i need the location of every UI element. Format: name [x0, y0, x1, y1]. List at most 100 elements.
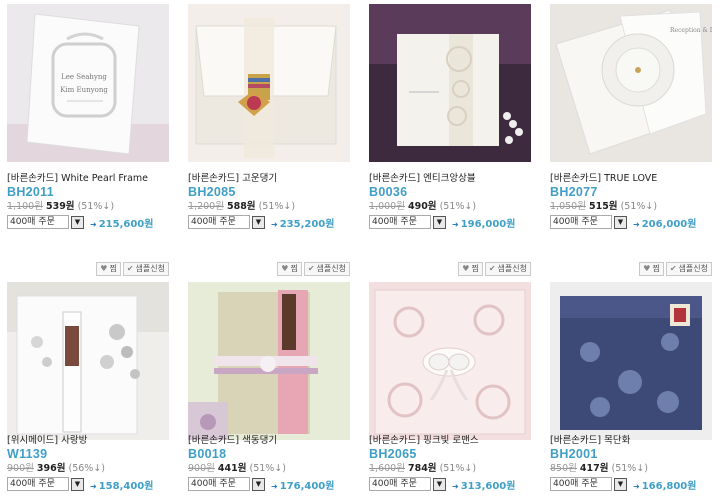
product-code[interactable]: W1139 [7, 447, 177, 462]
product-name[interactable]: [바른손카드] 목단화 [550, 434, 720, 447]
product-photo[interactable] [7, 282, 169, 440]
order-row: 400매 주문 ▼ ➜ 176,400원 [188, 476, 358, 492]
quantity-select[interactable]: 400매 주문 [550, 215, 612, 229]
total-price-value: 206,000원 [641, 218, 697, 230]
product-code[interactable]: BH2001 [550, 447, 720, 462]
product-photo[interactable] [369, 4, 531, 162]
product-photo[interactable] [369, 282, 531, 440]
chevron-down-icon[interactable]: ▼ [252, 215, 265, 229]
quantity-select[interactable]: 400매 주문 [7, 477, 69, 491]
arrow-right-icon: ➜ [633, 481, 640, 491]
original-price: 1,600원 [369, 463, 405, 474]
original-price: 850원 [550, 463, 577, 474]
sale-price: 490원 [407, 201, 437, 212]
product-name[interactable]: [바른손카드] 엔티크앙상블 [369, 172, 539, 185]
product-code[interactable]: BH2077 [550, 185, 720, 200]
product-name[interactable]: [바른손카드] 고운댕기 [188, 172, 358, 185]
discount-rate: (51%↓) [439, 463, 477, 474]
discount-rate: (51%↓) [249, 463, 287, 474]
price-line: 1,050원 515원 (51%↓) [550, 200, 720, 213]
wish-label: 찜 [652, 264, 660, 273]
order-row: 400매 주문 ▼ ➜ 313,600원 [369, 476, 539, 492]
product-name[interactable]: [바른손카드] 핑크빛 로맨스 [369, 434, 539, 447]
order-row: 400매 주문 ▼ ➜ 196,000원 [369, 214, 539, 230]
heart-icon: ♥ [643, 264, 651, 273]
sample-request-button[interactable]: ✔ 샘플신청 [665, 262, 712, 276]
wish-label: 찜 [471, 264, 479, 273]
product-photo[interactable]: Lee Seahyng Kim Eunyong [7, 4, 169, 162]
original-price: 1,100원 [7, 201, 43, 212]
sale-price: 441원 [217, 463, 247, 474]
arrow-right-icon: ➜ [271, 219, 278, 229]
arrow-right-icon: ➜ [271, 481, 278, 491]
product-code[interactable]: B0036 [369, 185, 539, 200]
quantity-select[interactable]: 400매 주문 [550, 477, 612, 491]
discount-rate: (51%↓) [439, 201, 477, 212]
price-line: 1,000원 490원 (51%↓) [369, 200, 539, 213]
product-name[interactable]: [위시메이드] 사랑방 [7, 434, 177, 447]
card-tools: ♥ 찜 ✔ 샘플신청 [96, 262, 169, 276]
chevron-down-icon[interactable]: ▼ [614, 215, 627, 229]
product-name[interactable]: [바른손카드] 색동댕기 [188, 434, 358, 447]
quantity-select[interactable]: 400매 주문 [369, 477, 431, 491]
chevron-down-icon[interactable]: ▼ [433, 215, 446, 229]
wish-button[interactable]: ♥ 찜 [277, 262, 302, 276]
total-price: ➜ 158,400원 [90, 477, 153, 492]
sample-request-button[interactable]: ✔ 샘플신청 [122, 262, 169, 276]
total-price-value: 166,800원 [641, 480, 697, 492]
wish-label: 찜 [290, 264, 298, 273]
wish-button[interactable]: ♥ 찜 [96, 262, 121, 276]
quantity-select[interactable]: 400매 주문 [7, 215, 69, 229]
product-name[interactable]: [바른손카드] White Pearl Frame [7, 172, 177, 185]
product-name[interactable]: [바른손카드] TRUE LOVE [550, 172, 720, 185]
discount-rate: (51%↓) [258, 201, 296, 212]
svg-text:Reception & Dinner: Reception & Dinner [670, 27, 712, 34]
order-row: 400매 주문 ▼ ➜ 206,000원 [550, 214, 720, 230]
product-photo[interactable] [550, 282, 712, 440]
sale-price: 588원 [226, 201, 256, 212]
price-line: 1,100원 539원 (51%↓) [7, 200, 177, 213]
price-line: 850원 417원 (51%↓) [550, 462, 720, 475]
sample-label: 샘플신청 [135, 264, 165, 273]
chevron-down-icon[interactable]: ▼ [252, 477, 265, 491]
chevron-down-icon[interactable]: ▼ [433, 477, 446, 491]
product-photo[interactable]: Reception & Dinner [550, 4, 712, 162]
sample-label: 샘플신청 [678, 264, 708, 273]
chevron-down-icon[interactable]: ▼ [71, 477, 84, 491]
product-code[interactable]: BH2011 [7, 185, 177, 200]
total-price: ➜ 166,800원 [633, 477, 696, 492]
chevron-down-icon[interactable]: ▼ [614, 477, 627, 491]
wish-button[interactable]: ♥ 찜 [639, 262, 664, 276]
total-price-value: 176,400원 [279, 480, 335, 492]
wish-button[interactable]: ♥ 찜 [458, 262, 483, 276]
svg-text:Lee Seahyng: Lee Seahyng [61, 73, 107, 81]
sale-price: 515원 [588, 201, 618, 212]
price-line: 900원 396원 (56%↓) [7, 462, 177, 475]
quantity-select[interactable]: 400매 주문 [188, 477, 250, 491]
product-code[interactable]: BH2085 [188, 185, 358, 200]
arrow-right-icon: ➜ [633, 219, 640, 229]
check-icon: ✔ [126, 264, 134, 273]
sale-price: 417원 [579, 463, 609, 474]
sale-price: 784원 [407, 463, 437, 474]
product-photo[interactable] [188, 282, 350, 440]
total-price-value: 235,200원 [279, 218, 335, 230]
sample-label: 샘플신청 [497, 264, 527, 273]
card-tools: ♥ 찜 ✔ 샘플신청 [277, 262, 350, 276]
product-code[interactable]: BH2065 [369, 447, 539, 462]
product-code[interactable]: B0018 [188, 447, 358, 462]
order-row: 400매 주문 ▼ ➜ 215,600원 [7, 214, 177, 230]
sample-request-button[interactable]: ✔ 샘플신청 [303, 262, 350, 276]
card-tools: ♥ 찜 ✔ 샘플신청 [639, 262, 712, 276]
total-price: ➜ 313,600원 [452, 477, 515, 492]
sample-request-button[interactable]: ✔ 샘플신청 [484, 262, 531, 276]
order-row: 400매 주문 ▼ ➜ 166,800원 [550, 476, 720, 492]
original-price: 1,200원 [188, 201, 224, 212]
original-price: 1,050원 [550, 201, 586, 212]
quantity-select[interactable]: 400매 주문 [369, 215, 431, 229]
check-icon: ✔ [307, 264, 315, 273]
chevron-down-icon[interactable]: ▼ [71, 215, 84, 229]
arrow-right-icon: ➜ [452, 219, 459, 229]
quantity-select[interactable]: 400매 주문 [188, 215, 250, 229]
product-photo[interactable] [188, 4, 350, 162]
